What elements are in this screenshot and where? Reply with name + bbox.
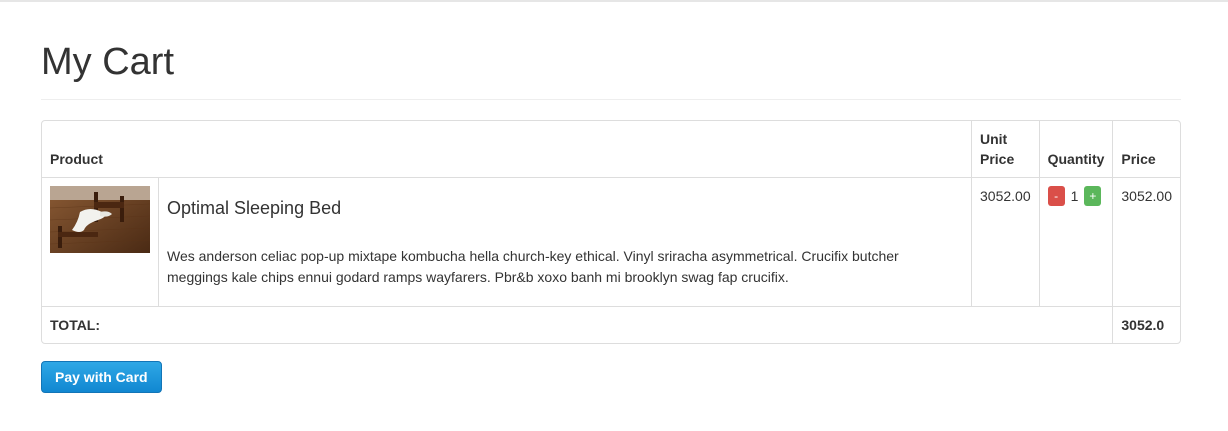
quantity-cell: - 1 + [1038,177,1113,306]
unit-price-cell: 3052.00 [971,177,1039,306]
increase-quantity-button[interactable]: + [1084,186,1102,206]
price-cell: 3052.00 [1112,177,1180,306]
cart-table: Product Unit Price Quantity Price Optima… [41,120,1181,344]
total-value: 3052.0 [1112,306,1180,343]
title-divider [41,99,1181,100]
quantity-stepper: - 1 + [1047,186,1105,206]
product-info-cell: Optimal Sleeping Bed Wes anderson celiac… [158,177,971,306]
product-image-cell [42,177,158,306]
header-price: Price [1112,121,1180,177]
header-quantity: Quantity [1038,121,1113,177]
page-title: My Cart [41,41,174,83]
decrease-quantity-button[interactable]: - [1047,186,1065,206]
top-border [0,0,1228,2]
product-description: Wes anderson celiac pop-up mixtape kombu… [167,248,899,285]
table-header-row: Product Unit Price Quantity Price [42,121,1180,177]
table-row: Optimal Sleeping Bed Wes anderson celiac… [42,177,1180,306]
total-row: TOTAL: 3052.0 [42,306,1180,343]
pay-with-card-button[interactable]: Pay with Card [41,361,162,393]
total-label: TOTAL: [42,306,1113,343]
quantity-value: 1 [1070,188,1079,204]
product-name[interactable]: Optimal Sleeping Bed [167,196,963,220]
header-product: Product [50,151,103,167]
header-unit-price: Unit Price [971,121,1039,177]
product-thumbnail[interactable] [50,186,150,253]
